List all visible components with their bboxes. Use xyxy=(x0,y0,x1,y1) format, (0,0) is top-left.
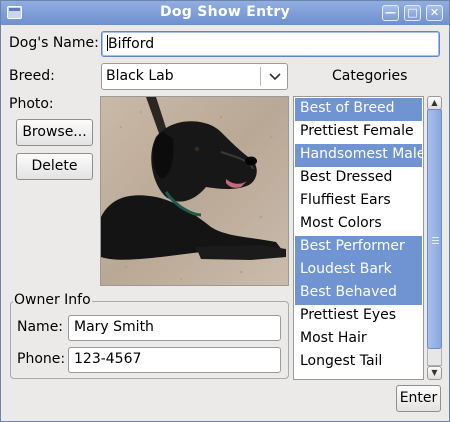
browse-button[interactable]: Browse... xyxy=(16,119,93,146)
minimize-icon: — xyxy=(385,6,396,19)
category-item[interactable]: Best Behaved xyxy=(295,282,422,305)
dog-name-input[interactable]: Bifford xyxy=(101,31,440,57)
categories-label: Categories xyxy=(332,68,408,84)
category-item[interactable]: Fluffiest Ears xyxy=(295,190,422,213)
dog-name-label: Dog's Name: xyxy=(9,35,99,51)
chevron-up-icon: ▲ xyxy=(431,98,438,107)
chevron-down-icon[interactable] xyxy=(268,67,282,89)
scroll-up-button[interactable]: ▲ xyxy=(427,96,442,110)
category-item[interactable]: Most Colors xyxy=(295,213,422,236)
category-item[interactable]: Prettiest Eyes xyxy=(295,305,422,328)
title-bar[interactable]: Dog Show Entry — □ ✕ xyxy=(1,1,449,25)
owner-name-input[interactable]: Mary Smith xyxy=(68,315,281,341)
scroll-down-button[interactable]: ▼ xyxy=(427,366,442,380)
owner-phone-input[interactable]: 123-4567 xyxy=(68,347,281,373)
category-item[interactable]: Best Dressed xyxy=(295,167,422,190)
owner-info-title: Owner Info xyxy=(13,292,92,308)
maximize-button[interactable]: □ xyxy=(404,5,421,21)
maximize-icon: □ xyxy=(407,6,418,19)
chevron-down-icon: ▼ xyxy=(431,368,438,377)
category-item[interactable]: Best Performer xyxy=(295,236,422,259)
photo-label: Photo: xyxy=(9,96,54,112)
enter-button[interactable]: Enter xyxy=(396,385,441,412)
category-item[interactable]: Prettiest Female xyxy=(295,121,422,144)
dog-name-value: Bifford xyxy=(108,36,155,52)
dog-photo xyxy=(100,96,289,286)
category-item[interactable]: Loudest Bark xyxy=(295,259,422,282)
category-item[interactable]: Most Hair xyxy=(295,328,422,351)
grip-line xyxy=(432,243,439,244)
breed-label: Breed: xyxy=(9,68,55,84)
category-item[interactable]: Longest Tail xyxy=(295,351,422,374)
minimize-button[interactable]: — xyxy=(382,5,399,21)
close-icon: ✕ xyxy=(429,6,440,19)
grip-line xyxy=(432,240,439,241)
delete-button[interactable]: Delete xyxy=(16,153,93,180)
combo-divider xyxy=(260,67,261,86)
owner-phone-label: Phone: xyxy=(17,351,66,367)
breed-value: Black Lab xyxy=(106,68,174,84)
categories-list[interactable]: Best of Breed Prettiest Female Handsomest … xyxy=(293,96,424,380)
categories-scrollbar[interactable]: ▲ ▼ xyxy=(427,96,442,380)
category-item[interactable]: Best of Breed xyxy=(295,98,422,121)
breed-select[interactable]: Black Lab xyxy=(101,63,288,90)
owner-name-label: Name: xyxy=(17,319,64,335)
category-item[interactable]: Handsomest Male xyxy=(295,144,423,167)
grip-line xyxy=(432,237,439,238)
scroll-thumb[interactable] xyxy=(427,109,442,349)
dog-show-entry-window: Dog Show Entry — □ ✕ Dog's Name: Bifford… xyxy=(0,0,450,422)
close-button[interactable]: ✕ xyxy=(426,5,443,21)
